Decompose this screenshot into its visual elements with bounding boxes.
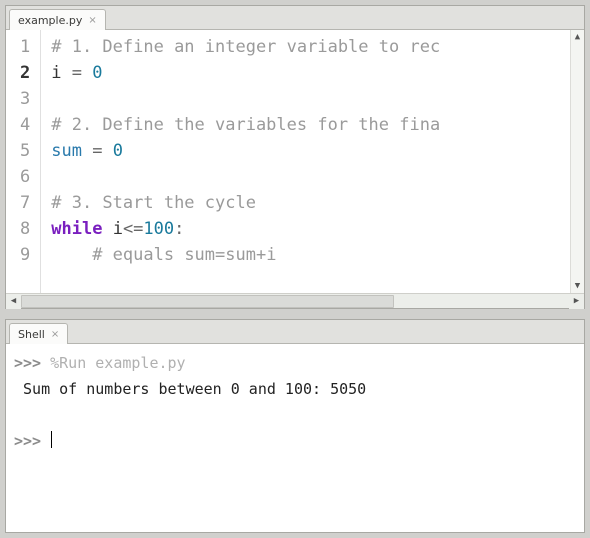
line-number: 8 (20, 216, 30, 242)
cursor (51, 431, 52, 448)
tab-label: example.py (18, 14, 82, 27)
code-line[interactable] (51, 86, 584, 112)
line-number: 9 (20, 242, 30, 268)
scroll-track[interactable] (21, 294, 569, 309)
editor-horizontal-scrollbar[interactable]: ◀ ▶ (6, 293, 584, 308)
shell-line (14, 402, 576, 428)
line-number: 3 (20, 86, 30, 112)
code-line[interactable]: # equals sum=sum+i (51, 242, 584, 268)
tab-example-py[interactable]: example.py × (9, 9, 106, 30)
line-number: 4 (20, 112, 30, 138)
code-area[interactable]: # 1. Define an integer variable to reci … (41, 30, 584, 293)
code-line[interactable]: while i<=100: (51, 216, 584, 242)
line-number: 6 (20, 164, 30, 190)
scroll-left-icon[interactable]: ◀ (6, 294, 21, 309)
code-line[interactable]: # 2. Define the variables for the fina (51, 112, 584, 138)
line-number: 1 (20, 34, 30, 60)
close-icon[interactable]: × (88, 15, 96, 26)
shell-pane: Shell × >>> %Run example.py Sum of numbe… (5, 319, 585, 533)
shell-line: >>> %Run example.py (14, 350, 576, 376)
scroll-up-icon[interactable]: ▲ (571, 30, 584, 44)
line-gutter: 123456789 (6, 30, 41, 293)
line-number: 7 (20, 190, 30, 216)
shell-output[interactable]: >>> %Run example.py Sum of numbers betwe… (6, 344, 584, 532)
line-number: 5 (20, 138, 30, 164)
editor-body[interactable]: 123456789 # 1. Define an integer variabl… (6, 30, 584, 293)
code-line[interactable]: sum = 0 (51, 138, 584, 164)
code-line[interactable]: i = 0 (51, 60, 584, 86)
shell-line: Sum of numbers between 0 and 100: 5050 (14, 376, 576, 402)
code-line[interactable] (51, 164, 584, 190)
editor-vertical-scrollbar[interactable]: ▲ ▼ (570, 30, 584, 293)
code-line[interactable]: # 1. Define an integer variable to rec (51, 34, 584, 60)
scroll-thumb[interactable] (21, 295, 394, 308)
editor-tabs: example.py × (6, 6, 584, 30)
shell-input-line[interactable]: >>> (14, 428, 576, 454)
scroll-down-icon[interactable]: ▼ (571, 279, 584, 293)
tab-label: Shell (18, 328, 45, 341)
code-line[interactable]: # 3. Start the cycle (51, 190, 584, 216)
line-number: 2 (20, 60, 30, 86)
scroll-right-icon[interactable]: ▶ (569, 294, 584, 309)
editor-pane: example.py × 123456789 # 1. Define an in… (5, 5, 585, 309)
shell-tabs: Shell × (6, 320, 584, 344)
close-icon[interactable]: × (51, 329, 59, 340)
tab-shell[interactable]: Shell × (9, 323, 68, 344)
